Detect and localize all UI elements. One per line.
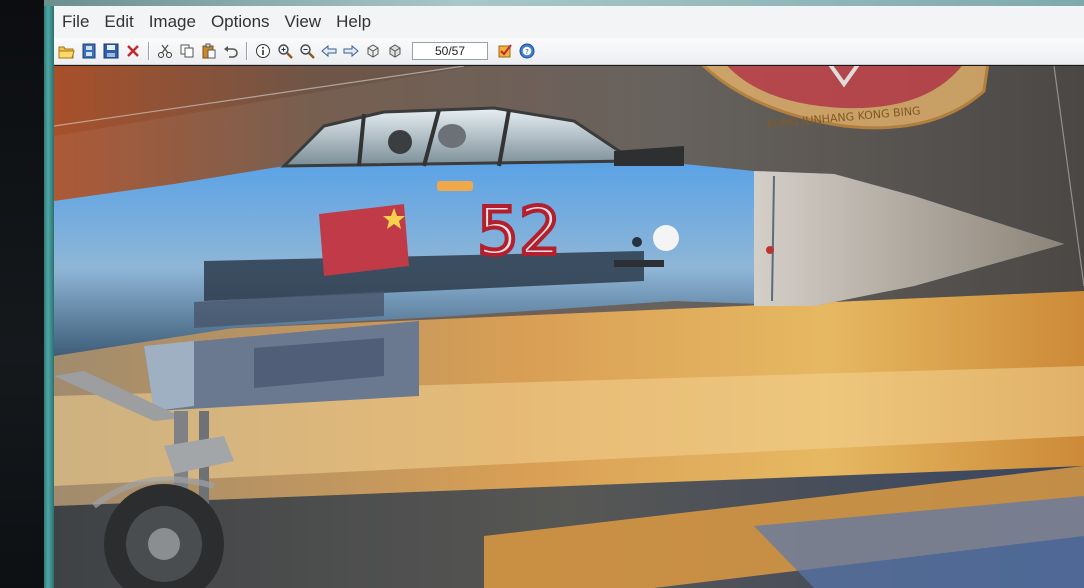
filmstrip-icon[interactable] [78, 41, 99, 62]
copy-icon[interactable] [176, 41, 197, 62]
previous-arrow-icon[interactable] [318, 41, 339, 62]
menu-edit[interactable]: Edit [103, 10, 134, 34]
toolbar-separator [246, 42, 248, 60]
rotate-right-icon[interactable] [384, 41, 405, 62]
cut-icon[interactable] [154, 41, 175, 62]
open-folder-icon[interactable] [56, 41, 77, 62]
menu-bar: File Edit Image Options View Help [54, 6, 1084, 38]
settings-check-icon[interactable] [494, 41, 515, 62]
desktop-background [0, 0, 44, 588]
image-viewport[interactable]: KONG JUNHANG KONG BING 52 [54, 66, 1084, 588]
menu-view[interactable]: View [284, 10, 323, 34]
toolbar: 50/57 ? [54, 38, 1084, 65]
svg-text:?: ? [525, 48, 529, 56]
menu-options[interactable]: Options [210, 10, 271, 34]
toolbar-separator [148, 42, 150, 60]
next-arrow-icon[interactable] [340, 41, 361, 62]
delete-icon[interactable] [122, 41, 143, 62]
rotate-left-icon[interactable] [362, 41, 383, 62]
zoom-in-icon[interactable] [274, 41, 295, 62]
chinese-flag-marking [319, 204, 409, 276]
save-icon[interactable] [100, 41, 121, 62]
zoom-out-icon[interactable] [296, 41, 317, 62]
undo-icon[interactable] [220, 41, 241, 62]
window-frame-left [44, 0, 54, 588]
menu-file[interactable]: File [61, 10, 90, 34]
menu-image[interactable]: Image [148, 10, 197, 34]
paste-icon[interactable] [198, 41, 219, 62]
info-icon[interactable] [252, 41, 273, 62]
fighter-jet-photo: KONG JUNHANG KONG BING 52 [54, 66, 1084, 588]
image-counter[interactable]: 50/57 [412, 42, 488, 60]
help-icon[interactable]: ? [516, 41, 537, 62]
aircraft-number: 52 [477, 193, 561, 270]
menu-help[interactable]: Help [335, 10, 372, 34]
